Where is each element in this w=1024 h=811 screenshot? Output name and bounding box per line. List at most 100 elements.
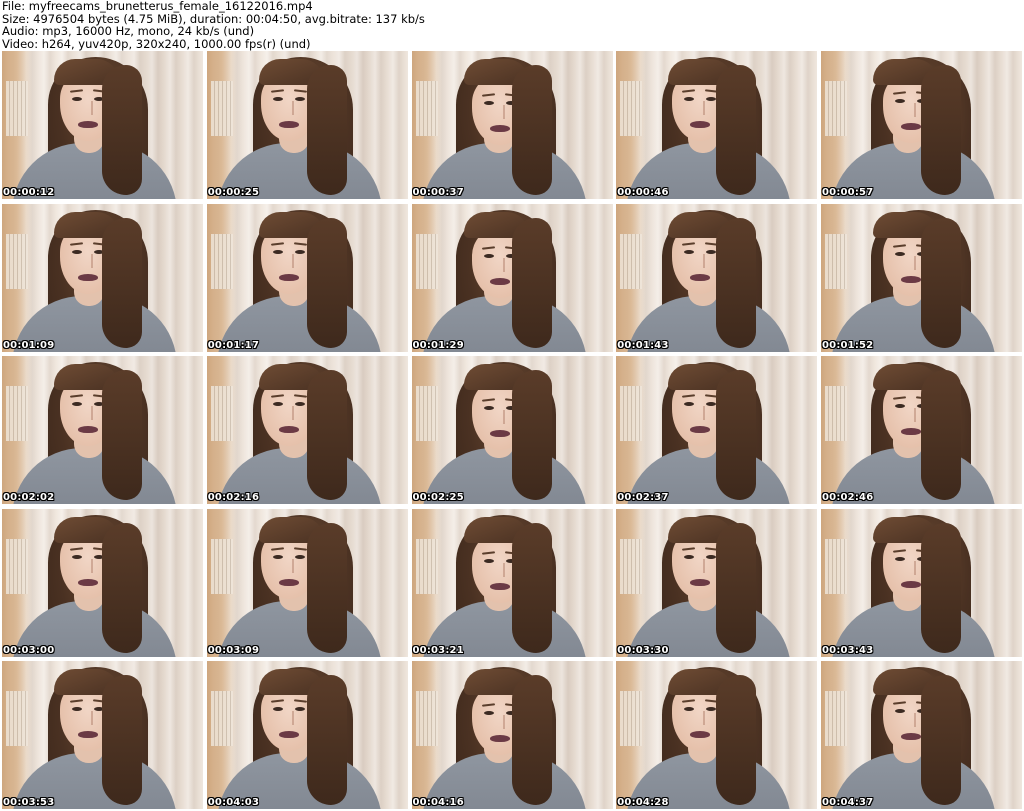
eyebrow bbox=[293, 89, 307, 93]
video-thumbnail: 00:03:53 bbox=[2, 661, 203, 809]
radiator bbox=[210, 233, 233, 289]
radiator bbox=[620, 691, 643, 746]
video-thumbnail: 00:02:25 bbox=[411, 356, 613, 504]
nose bbox=[908, 255, 916, 270]
eyebrow bbox=[892, 243, 907, 248]
thumbnail-timestamp: 00:02:37 bbox=[617, 492, 669, 503]
video-thumbnail: 00:03:00 bbox=[2, 508, 203, 657]
radiator bbox=[210, 386, 233, 441]
video-thumbnail: 00:01:43 bbox=[616, 203, 818, 352]
video-thumbnail: 00:03:30 bbox=[616, 508, 818, 657]
video-thumbnail: 00:03:09 bbox=[206, 508, 408, 657]
lips bbox=[278, 273, 299, 281]
radiator bbox=[825, 386, 847, 441]
video-thumbnail: 00:02:02 bbox=[2, 356, 203, 504]
nose bbox=[497, 257, 505, 272]
thumbnail-frame bbox=[821, 508, 1022, 657]
thumbnail-timestamp: 00:01:17 bbox=[207, 339, 260, 351]
eyebrow bbox=[682, 394, 696, 398]
lips bbox=[278, 578, 299, 586]
radiator bbox=[6, 233, 28, 289]
video-thumbnail: 00:01:29 bbox=[411, 203, 613, 352]
nose bbox=[85, 253, 93, 268]
eye bbox=[72, 249, 82, 254]
eye bbox=[483, 711, 494, 715]
eye bbox=[294, 402, 305, 406]
hair-side bbox=[511, 675, 552, 805]
radiator bbox=[415, 691, 438, 746]
radiator bbox=[210, 538, 233, 594]
eyebrow bbox=[270, 394, 284, 398]
radiator bbox=[825, 691, 847, 746]
nose bbox=[286, 101, 294, 115]
eyebrow bbox=[270, 546, 284, 551]
thumbnail-timestamp: 00:04:03 bbox=[207, 797, 260, 808]
hair-side bbox=[921, 370, 961, 500]
file-name-line: File: myfreecams_brunetterus_female_1612… bbox=[2, 0, 313, 13]
hair-side bbox=[306, 65, 347, 195]
video-thumbnail: 00:00:25 bbox=[206, 51, 408, 199]
radiator bbox=[415, 81, 438, 136]
thumbnail-timestamp: 00:01:43 bbox=[617, 339, 669, 351]
eye bbox=[895, 251, 905, 256]
nose bbox=[286, 711, 294, 725]
eye bbox=[684, 707, 695, 711]
lips bbox=[78, 426, 98, 433]
hair-side bbox=[102, 522, 142, 653]
eyebrow bbox=[892, 548, 907, 553]
radiator bbox=[415, 538, 438, 594]
hair-side bbox=[102, 217, 142, 348]
eyebrow bbox=[682, 546, 696, 551]
eye bbox=[294, 97, 305, 101]
nose bbox=[286, 406, 294, 420]
hair-side bbox=[102, 675, 142, 805]
thumbnail-frame bbox=[411, 51, 613, 199]
video-thumbnail: 00:02:16 bbox=[206, 356, 408, 504]
eye bbox=[684, 402, 695, 406]
radiator bbox=[620, 386, 643, 441]
eye bbox=[272, 402, 283, 406]
eyebrow bbox=[293, 394, 307, 398]
lips bbox=[901, 123, 921, 130]
thumbnail-timestamp: 00:03:09 bbox=[207, 644, 260, 656]
eye bbox=[72, 554, 82, 559]
eye bbox=[272, 707, 283, 711]
video-thumbnail: 00:00:37 bbox=[411, 51, 613, 199]
thumbnail-timestamp: 00:03:30 bbox=[617, 644, 669, 656]
eyebrow bbox=[69, 241, 84, 246]
thumbnail-grid: 00:00:12 00:00:25 00:00:37 00:00:46 00:00:57… bbox=[2, 51, 1022, 809]
eye bbox=[706, 707, 717, 711]
radiator bbox=[6, 691, 28, 746]
thumbnail-frame bbox=[206, 203, 408, 352]
hair-side bbox=[716, 370, 757, 500]
eye bbox=[483, 406, 494, 410]
video-thumbnail: 00:01:17 bbox=[206, 203, 408, 352]
eyebrow bbox=[481, 93, 495, 97]
thumbnail-frame bbox=[616, 661, 818, 809]
video-thumbnail: 00:04:03 bbox=[206, 661, 408, 809]
eyebrow bbox=[69, 546, 84, 551]
lips bbox=[690, 121, 711, 128]
nose bbox=[697, 711, 706, 725]
hair-side bbox=[716, 522, 757, 653]
eyebrow bbox=[270, 699, 284, 703]
lips bbox=[78, 578, 98, 586]
eyebrow bbox=[481, 703, 495, 707]
thumbnail-frame bbox=[616, 508, 818, 657]
thumbnail-timestamp: 00:03:21 bbox=[412, 644, 464, 656]
thumbnail-frame bbox=[411, 356, 613, 504]
eye bbox=[483, 253, 494, 258]
lips bbox=[901, 428, 921, 435]
radiator bbox=[6, 386, 28, 441]
lips bbox=[690, 273, 711, 281]
thumbnail-frame bbox=[821, 203, 1022, 352]
thumbnail-timestamp: 00:01:29 bbox=[412, 339, 464, 351]
thumbnail-frame bbox=[616, 51, 818, 199]
eye bbox=[684, 97, 695, 101]
nose bbox=[85, 406, 93, 420]
lips bbox=[901, 275, 921, 283]
eye bbox=[706, 249, 717, 254]
lips bbox=[901, 733, 921, 740]
nose bbox=[908, 560, 916, 575]
radiator bbox=[415, 233, 438, 289]
